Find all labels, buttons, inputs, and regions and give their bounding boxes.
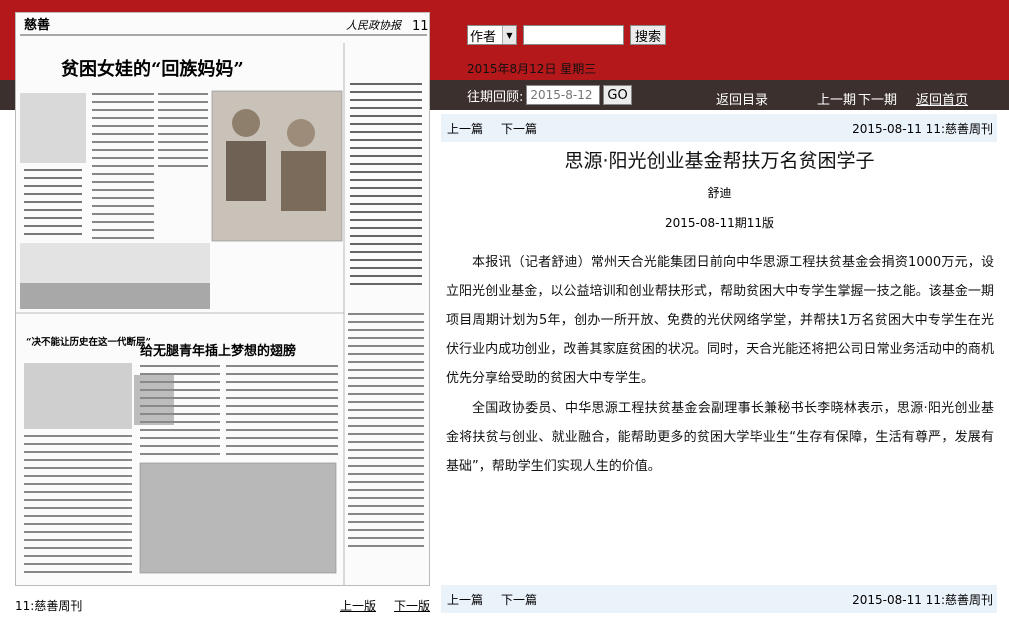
next-page-link[interactable]: 下一版	[394, 597, 430, 614]
search-button[interactable]: 搜索	[630, 25, 667, 45]
page-headline-left: “决不能让历史在这一代断层”	[26, 336, 151, 348]
article-nav-top: 上一篇 下一篇 2015-08-11 11:慈善周刊	[441, 114, 997, 142]
next-issue-link[interactable]: 下一期	[858, 89, 897, 108]
page-label: 11:慈善周刊	[15, 598, 83, 613]
search-field-value: 作者	[470, 29, 497, 45]
archive-lookup: 往期回顾: GO	[467, 85, 632, 105]
article-panel: 上一篇 下一篇 2015-08-11 11:慈善周刊 思源·阳光创业基金帮扶万名…	[437, 110, 1002, 625]
archive-date-input[interactable]	[526, 85, 601, 105]
search-field-select[interactable]: 作者 ▼	[467, 25, 517, 45]
archive-label: 往期回顾:	[467, 89, 524, 105]
search-form: 作者 ▼ 搜索	[467, 25, 667, 45]
next-article-link[interactable]: 下一篇	[501, 120, 537, 137]
masthead-page-number: 11	[412, 19, 429, 34]
newspaper-page-thumbnail[interactable]: 慈善 人民政协报 11 贫困女娃的“回族妈妈” “决不能让历史在这一代断层” 给…	[15, 12, 430, 586]
article-title: 思源·阳光创业基金帮扶万名贫困学子	[564, 150, 875, 172]
back-to-index-link[interactable]: 返回目录	[716, 89, 768, 108]
article-nav-bottom: 上一篇 下一篇 2015-08-11 11:慈善周刊	[441, 585, 997, 613]
article-body: 本报讯（记者舒迪）常州天合光能集团日前向中华思源工程扶贫基金会捐资1000万元，…	[446, 248, 994, 482]
app-root: 作者 ▼ 搜索 2015年8月12日 星期三 往期回顾: GO 返回目录 上一期…	[0, 0, 1009, 625]
search-input[interactable]	[523, 25, 624, 45]
next-article-link[interactable]: 下一篇	[501, 591, 537, 608]
article-paragraph: 本报讯（记者舒迪）常州天合光能集团日前向中华思源工程扶贫基金会捐资1000万元，…	[446, 255, 994, 386]
page-headline-main: 贫困女娃的“回族妈妈”	[61, 58, 244, 80]
prev-issue-link[interactable]: 上一期	[817, 89, 856, 108]
chevron-down-icon: ▼	[502, 26, 516, 44]
masthead-title: 人民政协报	[346, 19, 403, 32]
page-footer: 11:慈善周刊 上一版 下一版	[15, 594, 430, 616]
page-preview-panel: 慈善 人民政协报 11 贫困女娃的“回族妈妈” “决不能让历史在这一代断层” 给…	[0, 0, 437, 625]
article-issue: 2015-08-11期11版	[664, 216, 774, 230]
home-link[interactable]: 返回首页	[916, 89, 968, 108]
prev-article-link[interactable]: 上一篇	[447, 120, 483, 137]
archive-go-button[interactable]: GO	[603, 85, 632, 105]
article-meta: 2015-08-11 11:慈善周刊	[852, 592, 993, 607]
article-author: 舒迪	[707, 186, 732, 200]
masthead-section: 慈善	[24, 17, 50, 33]
newspaper-page-image: 慈善 人民政协报 11 贫困女娃的“回族妈妈” “决不能让历史在这一代断层” 给…	[16, 13, 429, 585]
current-date: 2015年8月12日 星期三	[467, 62, 597, 76]
prev-page-link[interactable]: 上一版	[340, 597, 376, 614]
page-headline-second: 给无腿青年插上梦想的翅膀	[140, 343, 296, 359]
article-meta: 2015-08-11 11:慈善周刊	[852, 121, 993, 136]
prev-article-link[interactable]: 上一篇	[447, 591, 483, 608]
article-paragraph: 全国政协委员、中华思源工程扶贫基金会副理事长兼秘书长李晓林表示，思源·阳光创业基…	[446, 401, 994, 474]
